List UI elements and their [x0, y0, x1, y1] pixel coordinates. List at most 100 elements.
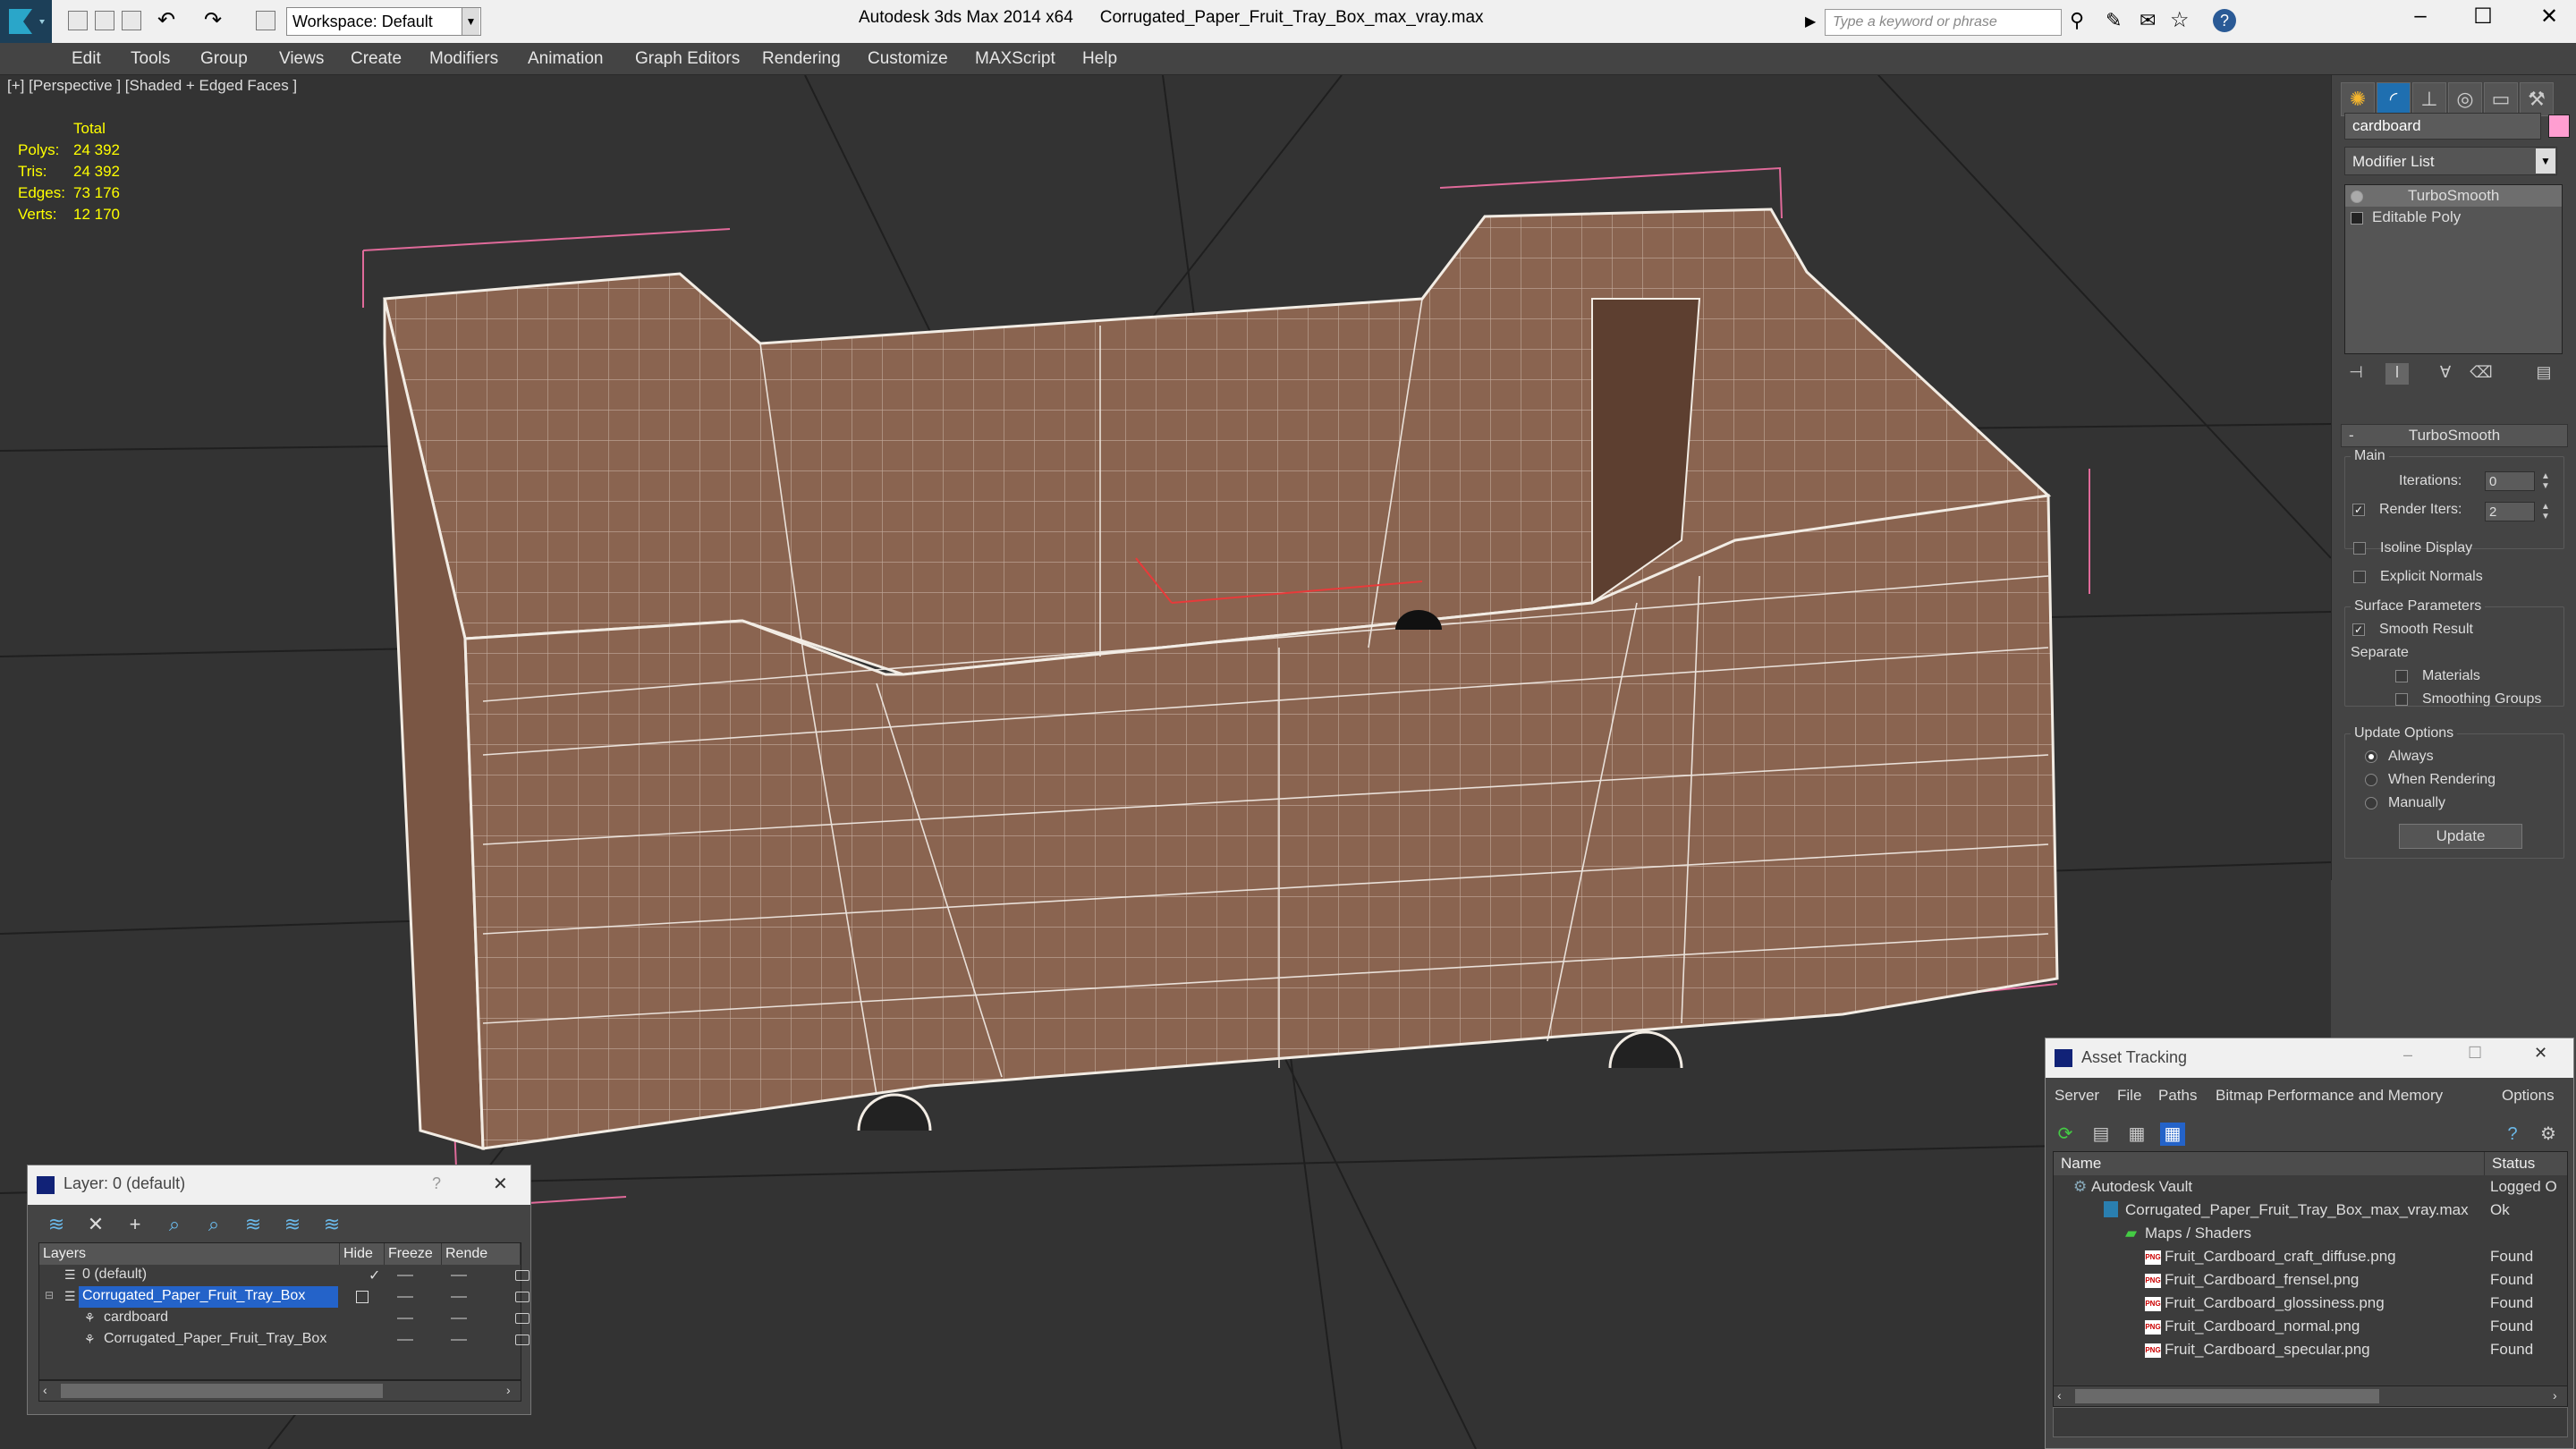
table-row[interactable]: ⚘ cardboard — [39, 1308, 530, 1329]
refresh-icon[interactable]: ⟳ — [2053, 1123, 2078, 1146]
menu-file[interactable]: File — [2117, 1087, 2141, 1105]
delete-layer-icon[interactable]: ✕ — [83, 1212, 108, 1237]
star-icon[interactable]: ☆ — [2170, 7, 2190, 33]
show-end-result-icon[interactable]: Ⅰ — [2385, 363, 2409, 385]
table-row[interactable]: PNG Fruit_Cardboard_craft_diffuse.png Fou… — [2054, 1245, 2567, 1268]
search-input[interactable]: Type a keyword or phrase — [1825, 9, 2062, 36]
expand-icon[interactable] — [2351, 211, 2363, 225]
table-row[interactable]: ⚙ Autodesk Vault Logged O — [2054, 1175, 2567, 1199]
menu-tools[interactable]: Tools — [131, 49, 170, 69]
horizontal-scrollbar[interactable]: ‹ › — [2053, 1385, 2568, 1407]
select-objects-icon[interactable]: ⌕ — [162, 1212, 187, 1237]
app-logo-icon[interactable] — [0, 0, 52, 43]
table-row[interactable]: ⚘ Corrugated_Paper_Fruit_Tray_Box — [39, 1329, 530, 1351]
minimize-button[interactable]: – — [2403, 1046, 2412, 1064]
table-row[interactable]: ⊟ ☰ Corrugated_Paper_Fruit_Tray_Box — [39, 1286, 530, 1308]
chevron-down-icon[interactable]: ▼ — [462, 8, 479, 35]
lightbulb-icon[interactable] — [2351, 190, 2363, 203]
menu-bitmap-performance[interactable]: Bitmap Performance and Memory — [2216, 1087, 2443, 1105]
create-layer-icon[interactable]: ≋ — [44, 1212, 69, 1237]
current-layer-box[interactable] — [356, 1291, 369, 1303]
modify-tab-icon[interactable]: ◜ — [2377, 82, 2411, 116]
spinner-arrows-icon[interactable]: ▲ ▼ — [2538, 502, 2553, 521]
minimize-button[interactable]: – — [2402, 4, 2438, 29]
stack-item-turbosmooth[interactable]: TurboSmooth — [2345, 185, 2562, 207]
menu-options[interactable]: Options — [2502, 1087, 2555, 1105]
menu-paths[interactable]: Paths — [2158, 1087, 2197, 1105]
stack-item-editable-poly[interactable]: Editable Poly — [2345, 207, 2562, 228]
spinner-arrows-icon[interactable]: ▲ ▼ — [2538, 471, 2553, 491]
save-file-icon[interactable] — [122, 11, 141, 30]
viewport-label[interactable]: [+] [Perspective ] [Shaded + Edged Faces… — [7, 77, 297, 95]
layer-name[interactable]: Corrugated_Paper_Fruit_Tray_Box — [79, 1286, 338, 1308]
menu-modifiers[interactable]: Modifiers — [429, 49, 498, 69]
set-current-layer-icon[interactable]: ≋ — [241, 1212, 266, 1237]
object-color-swatch[interactable] — [2548, 114, 2570, 138]
smoothing-groups-checkbox[interactable] — [2395, 693, 2408, 706]
menu-graph-editors[interactable]: Graph Editors — [635, 49, 740, 69]
isoline-display-checkbox[interactable] — [2353, 542, 2366, 555]
remove-modifier-icon[interactable]: ⌫ — [2470, 363, 2493, 385]
expand-icon[interactable]: ⊟ — [45, 1289, 54, 1301]
table-row[interactable]: PNG Fruit_Cardboard_glossiness.png Found — [2054, 1292, 2567, 1315]
menu-animation[interactable]: Animation — [528, 49, 604, 69]
object-name[interactable]: cardboard — [100, 1308, 172, 1329]
iterations-spinner[interactable]: 0 — [2485, 471, 2535, 491]
col-header-render[interactable]: Rende — [442, 1243, 521, 1265]
render-icon[interactable] — [515, 1292, 530, 1302]
col-header-hide[interactable]: Hide — [340, 1243, 385, 1265]
add-to-layer-icon[interactable]: + — [123, 1212, 148, 1237]
col-header-status[interactable]: Status — [2485, 1152, 2567, 1175]
layer-window-titlebar[interactable]: Layer: 0 (default) ? ✕ — [28, 1165, 530, 1205]
menu-create[interactable]: Create — [351, 49, 402, 69]
object-name-field[interactable]: cardboard — [2344, 113, 2541, 140]
smooth-result-checkbox[interactable]: ✓ — [2352, 623, 2365, 636]
col-header-name[interactable]: Name — [2054, 1152, 2485, 1175]
menu-edit[interactable]: Edit — [72, 49, 101, 69]
scrollbar-thumb[interactable] — [2075, 1389, 2379, 1403]
pin-stack-icon[interactable]: ⊣ — [2344, 363, 2368, 385]
render-icon[interactable] — [515, 1335, 530, 1345]
menu-rendering[interactable]: Rendering — [762, 49, 841, 69]
help-icon[interactable]: ? — [2500, 1123, 2525, 1146]
motion-tab-icon[interactable]: ◎ — [2448, 82, 2482, 116]
close-button[interactable]: ✕ — [2531, 4, 2567, 30]
tools-icon[interactable]: ✎ — [2106, 9, 2122, 32]
hierarchy-tab-icon[interactable]: ⊥ — [2412, 82, 2446, 116]
close-button[interactable]: ✕ — [2534, 1044, 2547, 1063]
table-row[interactable]: PNG Fruit_Cardboard_normal.png Found — [2054, 1315, 2567, 1338]
table-row[interactable]: PNG Fruit_Cardboard_specular.png Found — [2054, 1338, 2567, 1361]
maximize-button[interactable]: ☐ — [2468, 1044, 2482, 1063]
table-view-icon[interactable]: ▦ — [2160, 1123, 2185, 1146]
thumbnail-view-icon[interactable]: ▦ — [2124, 1123, 2149, 1146]
freeze-unfreeze-all-icon[interactable]: ≋ — [319, 1212, 344, 1237]
col-header-freeze[interactable]: Freeze — [385, 1243, 442, 1265]
update-button[interactable]: Update — [2399, 824, 2522, 849]
help-icon[interactable]: ? — [2213, 9, 2236, 32]
render-iters-spinner[interactable]: 2 — [2485, 502, 2535, 521]
help-button[interactable]: ? — [432, 1174, 441, 1193]
maximize-button[interactable]: ☐ — [2465, 4, 2501, 30]
table-row[interactable]: PNG Fruit_Cardboard_frensel.png Found — [2054, 1268, 2567, 1292]
modifier-list-dropdown[interactable]: Modifier List — [2344, 147, 2557, 175]
scroll-left-icon[interactable]: ‹ — [43, 1383, 47, 1397]
display-tab-icon[interactable]: ▭ — [2484, 82, 2518, 116]
chevron-down-icon[interactable]: ▼ — [2536, 148, 2555, 174]
search-expand-icon[interactable]: ▶ — [1805, 13, 1816, 30]
hide-unhide-all-icon[interactable]: ≋ — [280, 1212, 305, 1237]
list-view-icon[interactable]: ▤ — [2089, 1123, 2114, 1146]
undo-icon[interactable]: ↶ — [157, 7, 175, 33]
table-row[interactable]: ▰ Maps / Shaders — [2054, 1222, 2567, 1245]
render-icon[interactable] — [515, 1313, 530, 1324]
scroll-right-icon[interactable]: › — [2553, 1388, 2557, 1402]
explicit-normals-checkbox[interactable] — [2353, 571, 2366, 583]
open-file-icon[interactable] — [95, 11, 114, 30]
horizontal-scrollbar[interactable]: ‹ › — [38, 1380, 521, 1402]
menu-views[interactable]: Views — [279, 49, 324, 69]
always-radio[interactable] — [2365, 750, 2377, 763]
scroll-right-icon[interactable]: › — [506, 1383, 511, 1397]
make-unique-icon[interactable]: ∀ — [2434, 363, 2457, 385]
select-layer-icon[interactable]: ⌕ — [201, 1212, 226, 1237]
redo-icon[interactable]: ↷ — [204, 7, 222, 33]
scrollbar-thumb[interactable] — [61, 1384, 383, 1398]
